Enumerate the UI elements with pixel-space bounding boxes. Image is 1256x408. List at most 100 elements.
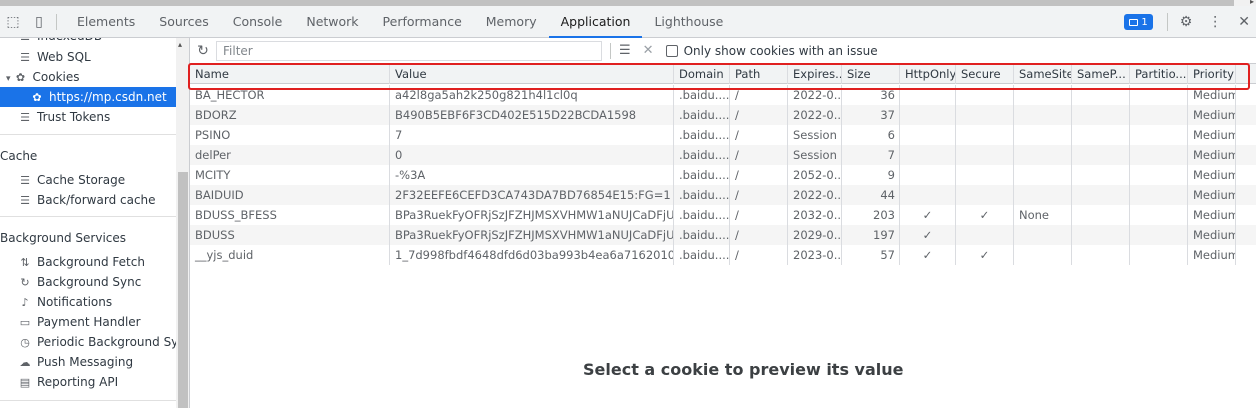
table-row[interactable]: BAIDUID 2F32EEFE6CEFD3CA743DA7BD76854E15:… xyxy=(190,185,1256,205)
table-row[interactable]: __yjs_duid 1_7d998fbdf4648dfd6d03ba993b4e… xyxy=(190,245,1256,265)
sidebar-item-label: Reporting API xyxy=(37,375,119,389)
device-toolbar-icon[interactable]: ▯ xyxy=(26,6,52,38)
table-cell xyxy=(1014,165,1072,185)
sidebar-item-trust-tokens[interactable]: ☰ Trust Tokens xyxy=(0,107,176,127)
tab-performance[interactable]: Performance xyxy=(371,6,474,38)
table-cell: 1_7d998fbdf4648dfd6d03ba993b4ea6a7162010… xyxy=(390,245,674,265)
column-header[interactable]: SameP... xyxy=(1072,64,1130,84)
table-cell: 7 xyxy=(390,125,674,145)
table-cell: .baidu.... xyxy=(674,145,730,165)
table-cell: .baidu.... xyxy=(674,185,730,205)
database-icon: ☰ xyxy=(18,38,32,47)
column-header[interactable]: Name xyxy=(190,64,390,84)
scroll-up-arrow-icon[interactable]: ▴ xyxy=(178,40,182,49)
issues-badge[interactable]: 1 xyxy=(1124,14,1153,30)
sidebar-scrollbar[interactable]: ▴ xyxy=(176,38,190,408)
tab-memory[interactable]: Memory xyxy=(474,6,549,38)
table-cell: .baidu.... xyxy=(674,225,730,245)
table-cell: BDORZ xyxy=(190,105,390,125)
table-cell: PSINO xyxy=(190,125,390,145)
table-row[interactable]: BDUSS BPa3RuekFyOFRjSzJFZHJMSXVHMW1aNUJCa… xyxy=(190,225,1256,245)
table-cell: ✓ xyxy=(900,225,956,245)
sidebar-item-push-messaging[interactable]: ☁ Push Messaging xyxy=(0,352,176,372)
table-row[interactable]: delPer 0 .baidu.... / Session 7 Medium xyxy=(190,145,1256,165)
tab-console[interactable]: Console xyxy=(221,6,295,38)
sidebar-item-indexeddb[interactable]: ☰ IndexedDB xyxy=(0,38,176,46)
table-cell: .baidu.... xyxy=(674,125,730,145)
sidebar-item-background-fetch[interactable]: ⇅ Background Fetch xyxy=(0,252,176,272)
sidebar-item-cache-storage[interactable]: ☰ Cache Storage xyxy=(0,170,176,190)
tab-network[interactable]: Network xyxy=(294,6,370,38)
sidebar-item-background-sync[interactable]: ↻ Background Sync xyxy=(0,272,176,292)
table-cell: __yjs_duid xyxy=(190,245,390,265)
tab-application[interactable]: Application xyxy=(548,6,643,38)
table-row[interactable]: BA_HECTOR a42l8ga5ah2k250g821h4l1cl0q .bai… xyxy=(190,85,1256,105)
delete-selected-icon[interactable]: ✕ xyxy=(643,43,654,58)
table-cell: 57 xyxy=(842,245,900,265)
table-cell xyxy=(1072,165,1130,185)
sidebar-item-payment-handler[interactable]: ▭ Payment Handler xyxy=(0,312,176,332)
column-header[interactable]: Priority xyxy=(1188,64,1236,84)
table-cell: Session xyxy=(788,145,842,165)
section-cache: Cache xyxy=(0,149,38,163)
table-cell xyxy=(1072,125,1130,145)
sidebar-item-reporting-api[interactable]: ▤ Reporting API xyxy=(0,372,176,392)
table-cell: 2029-0... xyxy=(788,225,842,245)
cloud-icon: ☁ xyxy=(19,356,31,369)
database-icon: ☰ xyxy=(20,51,30,64)
table-cell: 197 xyxy=(842,225,900,245)
table-row[interactable]: PSINO 7 .baidu.... / Session 6 Medium xyxy=(190,125,1256,145)
tab-lighthouse[interactable]: Lighthouse xyxy=(642,6,735,38)
table-row[interactable]: BDORZ B490B5EBF6F3CD402E515D22BCDA1598 .ba… xyxy=(190,105,1256,125)
column-header[interactable]: HttpOnly xyxy=(900,64,956,84)
database-icon: ☰ xyxy=(20,194,30,207)
table-cell: / xyxy=(730,145,788,165)
sidebar-item-notifications[interactable]: ♪ Notifications xyxy=(0,292,176,312)
sidebar-item-https-mp-csdn-net[interactable]: ✿ https://mp.csdn.net xyxy=(0,87,176,107)
table-cell xyxy=(1130,185,1188,205)
sidebar-item-web-sql[interactable]: ☰ Web SQL xyxy=(0,47,176,67)
sidebar-item-periodic-background-sync[interactable]: ◷ Periodic Background Sync xyxy=(0,332,176,352)
table-cell: Session xyxy=(788,125,842,145)
column-header[interactable]: Value xyxy=(390,64,674,84)
table-cell xyxy=(1130,165,1188,185)
close-icon[interactable]: ✕ xyxy=(1238,14,1250,30)
table-cell: delPer xyxy=(190,145,390,165)
refresh-icon[interactable]: ↻ xyxy=(190,43,216,59)
column-header[interactable]: Path xyxy=(730,64,788,84)
column-header[interactable]: Size xyxy=(842,64,900,84)
table-cell xyxy=(900,165,956,185)
column-header[interactable]: Partitio... xyxy=(1130,64,1188,84)
sidebar-item-back-forward-cache[interactable]: ☰ Back/forward cache xyxy=(0,190,176,210)
column-header[interactable]: Expires... xyxy=(788,64,842,84)
table-cell xyxy=(1072,245,1130,265)
gear-icon[interactable]: ⚙ xyxy=(1180,14,1193,30)
table-cell xyxy=(1130,85,1188,105)
column-header[interactable]: SameSite xyxy=(1014,64,1072,84)
clear-filtered-cookies-icon[interactable]: ☰ xyxy=(619,43,631,58)
table-cell: .baidu.... xyxy=(674,205,730,225)
table-cell xyxy=(956,165,1014,185)
table-cell: 7 xyxy=(842,145,900,165)
column-header[interactable]: Domain xyxy=(674,64,730,84)
table-cell xyxy=(1130,125,1188,145)
table-row[interactable]: MCITY -%3A .baidu..../2052-0... 9 Medium xyxy=(190,165,1256,185)
database-icon: ☰ xyxy=(20,111,30,124)
sidebar-item-cookies[interactable]: ▾ ✿ Cookies xyxy=(0,67,176,87)
table-cell: 203 xyxy=(842,205,900,225)
table-cell: BAIDUID xyxy=(190,185,390,205)
table-cell xyxy=(900,105,956,125)
table-row[interactable]: BDUSS_BFESS BPa3RuekFyOFRjSzJFZHJMSXVHMW1… xyxy=(190,205,1256,225)
filter-input[interactable]: Filter xyxy=(216,40,602,61)
tab-elements[interactable]: Elements xyxy=(65,6,147,38)
table-cell xyxy=(1072,205,1130,225)
more-options-icon[interactable]: ⋮ xyxy=(1208,14,1222,30)
divider xyxy=(56,13,57,30)
only-issues-checkbox[interactable] xyxy=(665,44,678,57)
scrollbar-thumb[interactable] xyxy=(178,172,188,408)
expand-arrow-icon[interactable]: ▾ xyxy=(6,74,11,84)
sidebar-divider xyxy=(0,134,176,135)
inspect-element-icon[interactable]: ⬚ xyxy=(0,6,26,38)
column-header[interactable]: Secure xyxy=(956,64,1014,84)
tab-sources[interactable]: Sources xyxy=(147,6,220,38)
